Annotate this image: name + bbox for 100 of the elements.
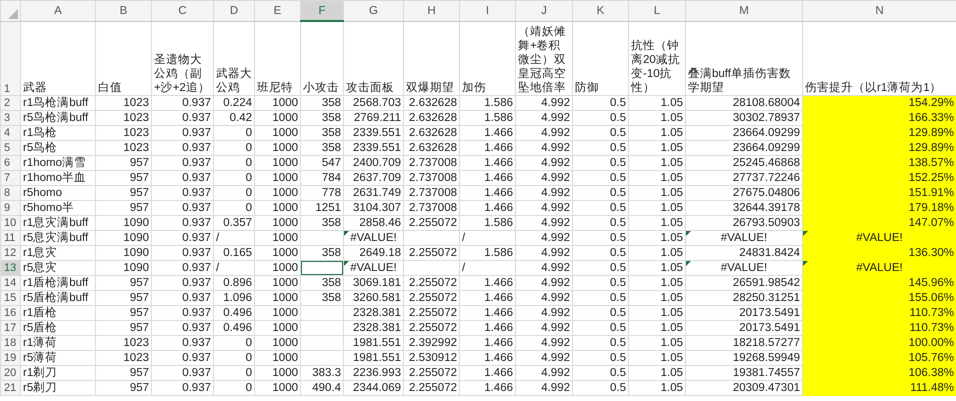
row-header[interactable]: 21 (0, 380, 20, 396)
column-header[interactable]: G (344, 0, 404, 21)
cell-value: 3260.581 (353, 292, 401, 304)
cell-value: 1000 (272, 112, 298, 124)
cell-value: 138.57% (908, 157, 954, 169)
cell-value: r1鸟枪满buff (23, 97, 88, 109)
column-header[interactable]: B (96, 0, 152, 21)
cell-value: 110.73% (909, 322, 954, 334)
row-header[interactable]: 19 (0, 350, 20, 366)
cell-value: r1盾枪满buff (23, 277, 88, 289)
select-all-icon[interactable] (8, 8, 18, 19)
cell-value: 1.05 (660, 97, 683, 109)
row-header[interactable]: 17 (0, 320, 20, 336)
cell-value: 1.466 (484, 157, 513, 169)
cell-value: 4.992 (541, 187, 570, 199)
cell-value: 2236.993 (353, 367, 401, 379)
cell-value: 0 (246, 157, 252, 169)
cell-value: 32644.39178 (732, 202, 800, 214)
cell-value: 0.5 (610, 307, 626, 319)
row-header[interactable]: 13 (0, 260, 20, 276)
row-header[interactable]: 6 (0, 156, 20, 170)
row-header[interactable]: 18 (0, 336, 20, 350)
cell-value: 0.937 (182, 217, 211, 229)
column-header[interactable]: M (686, 0, 802, 21)
cell-value: 358 (322, 247, 341, 259)
cell-value: 1.586 (484, 97, 513, 109)
row-header[interactable]: 4 (0, 126, 20, 140)
cell-value: 26793.50903 (732, 217, 800, 229)
cell-value: / (216, 232, 220, 244)
row-header[interactable]: 2 (0, 96, 20, 110)
cell-value: #VALUE! (720, 262, 768, 274)
cell-value: 2.255072 (409, 322, 457, 334)
column-title: 班尼特 (257, 82, 293, 94)
cell-value: 0.937 (182, 307, 211, 319)
cell-value: 547 (322, 157, 341, 169)
cell-value: 2649.18 (359, 247, 401, 259)
column-header[interactable]: J (516, 0, 572, 21)
cell-value: 3069.181 (353, 277, 401, 289)
row-header[interactable]: 16 (0, 306, 20, 320)
column-title: 防御 (575, 82, 599, 94)
column-title: 抗性（钟离20减抗变-10抗性） (631, 40, 680, 94)
row-header[interactable]: 14 (0, 276, 20, 290)
cell-value: 1.05 (660, 232, 683, 244)
cell-value: 957 (130, 187, 149, 199)
cell-value: 4.992 (541, 322, 570, 334)
row-header[interactable]: 3 (0, 110, 20, 126)
cell-value: r1薄荷 (23, 337, 58, 349)
cell-value: 4.992 (541, 367, 570, 379)
row-header[interactable]: 9 (0, 200, 20, 216)
column-header[interactable]: E (254, 0, 300, 21)
cell-value: 957 (130, 172, 149, 184)
column-header[interactable]: C (152, 0, 214, 21)
cell-value: 1000 (272, 142, 298, 154)
row-header[interactable]: 20 (0, 366, 20, 380)
cell-value: / (462, 232, 466, 244)
cell-value: 383.3 (312, 367, 341, 379)
column-header[interactable]: K (572, 0, 628, 21)
row-header[interactable]: 1 (0, 21, 20, 96)
cell-value: 1.05 (660, 157, 683, 169)
column-header[interactable]: L (628, 0, 686, 21)
cell-value: 19381.74557 (732, 367, 800, 379)
cell-value: 1.05 (660, 292, 683, 304)
row-header[interactable]: 10 (0, 216, 20, 230)
cell-value: 24831.8424 (739, 247, 800, 259)
cell-value: 4.992 (541, 247, 570, 259)
error-indicator-icon (344, 262, 349, 266)
cell-value: 2.392992 (409, 337, 457, 349)
row-header[interactable]: 11 (0, 230, 20, 246)
cell-value: 957 (130, 382, 149, 394)
cell-value: 1000 (272, 262, 298, 274)
column-header[interactable]: D (214, 0, 254, 21)
cell-value: #VALUE! (350, 262, 397, 274)
cell-value: 2769.211 (354, 112, 401, 124)
column-header[interactable]: A (20, 0, 96, 21)
cell-value: 155.06% (908, 292, 954, 304)
row-header[interactable]: 15 (0, 290, 20, 306)
cell-value: 0 (246, 187, 252, 199)
cell-value: / (216, 262, 220, 274)
row-header[interactable]: 7 (0, 170, 20, 186)
cell-value: 0.5 (610, 352, 626, 364)
column-header[interactable]: N (802, 0, 956, 21)
column-header[interactable]: F (300, 0, 344, 21)
cell-value: 1023 (123, 112, 149, 124)
cell-value: 27737.72246 (732, 172, 800, 184)
cell-value: 0.42 (230, 112, 252, 124)
column-header[interactable]: I (460, 0, 516, 21)
row-header[interactable]: 5 (0, 140, 20, 156)
column-header[interactable]: H (404, 0, 460, 21)
cell-value: 2.530912 (409, 352, 457, 364)
cell-value: 2344.069 (353, 382, 401, 394)
cell-value: 1.466 (484, 367, 513, 379)
cell-value: 2.255072 (409, 217, 457, 229)
cell-value: 1000 (272, 322, 298, 334)
row-header[interactable]: 12 (0, 246, 20, 260)
cell-value: 1.05 (660, 352, 683, 364)
row-header[interactable]: 8 (0, 186, 20, 200)
cell-value: 0.165 (223, 247, 252, 259)
cell-value: 358 (322, 112, 341, 124)
column-title: 伤害提升（以r1薄荷为1） (805, 82, 942, 94)
cell-value: 0.937 (182, 112, 211, 124)
